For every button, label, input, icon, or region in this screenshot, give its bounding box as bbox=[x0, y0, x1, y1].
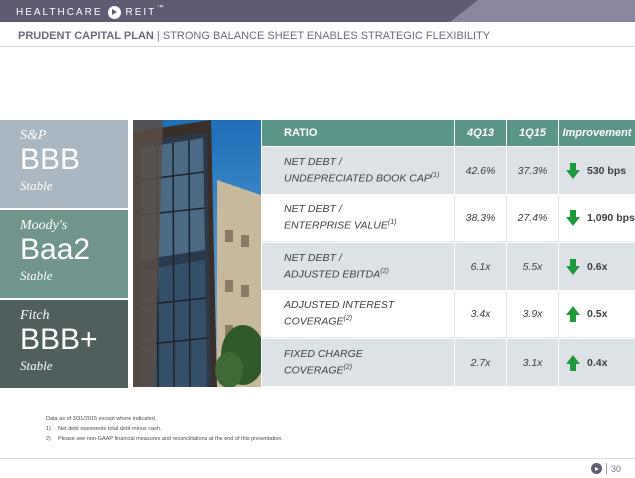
arrow-up-icon bbox=[565, 305, 581, 323]
value-4q13: 6.1x bbox=[455, 243, 507, 290]
improvement-value: 530 bps bbox=[587, 164, 627, 177]
brand-left-text: HEALTHCARE bbox=[16, 6, 103, 18]
rating-agency: Fitch bbox=[20, 308, 50, 323]
rating-panel-moodys: Moody's Baa2 Stable bbox=[0, 210, 128, 298]
rating-outlook: Stable bbox=[20, 358, 53, 373]
improvement-cell: 0.4x bbox=[559, 339, 635, 386]
top-banner: HEALTHCARE REIT ™ bbox=[0, 0, 635, 22]
metric-line1: NET DEBT / bbox=[284, 203, 342, 216]
metric-line1: ADJUSTED INTEREST bbox=[284, 299, 395, 312]
play-circle-icon bbox=[107, 5, 121, 19]
table-row: NET DEBT / ADJUSTED EBITDA(2) 6.1x 5.5x 0… bbox=[262, 242, 635, 290]
value-1q15: 5.5x bbox=[507, 243, 559, 290]
rating-outlook: Stable bbox=[20, 178, 53, 193]
rating-grade: Baa2 bbox=[20, 233, 91, 266]
value-4q13: 38.3% bbox=[455, 195, 507, 241]
footnote-ref: (1) bbox=[387, 219, 397, 227]
rating-outlook: Stable bbox=[20, 268, 53, 283]
footer-divider bbox=[0, 458, 635, 459]
rating-grade: BBB+ bbox=[20, 323, 98, 356]
improvement-cell: 530 bps bbox=[559, 147, 635, 194]
metric-line1: FIXED CHARGE bbox=[284, 347, 363, 360]
arrow-down-icon bbox=[565, 209, 581, 227]
table-row: NET DEBT / ENTERPRISE VALUE(1) 38.3% 27.4… bbox=[262, 194, 635, 242]
table-header: RATIO 4Q13 1Q15 Improvement bbox=[262, 120, 635, 146]
arrow-down-icon bbox=[565, 162, 581, 180]
header-ratio: RATIO bbox=[262, 120, 455, 146]
footnote-text: Net debt represents total debt minus cas… bbox=[58, 426, 162, 432]
improvement-value: 0.6x bbox=[587, 260, 608, 273]
play-circle-icon bbox=[590, 463, 602, 474]
building-photo bbox=[133, 120, 261, 387]
table-row: NET DEBT / UNDEPRECIATED BOOK CAP(1) 42.6… bbox=[262, 146, 635, 194]
footnote-text: Please see non-GAAP financial measures a… bbox=[58, 436, 283, 442]
ratio-table: RATIO 4Q13 1Q15 Improvement NET DEBT / UN… bbox=[262, 120, 635, 386]
footnote-ref: (2) bbox=[343, 363, 353, 371]
value-1q15: 27.4% bbox=[507, 195, 559, 241]
rating-grade: BBB bbox=[20, 143, 81, 176]
footnote-item: 1) Net debt represents total debt minus c… bbox=[46, 424, 283, 434]
arrow-down-icon bbox=[565, 258, 581, 276]
value-4q13: 42.6% bbox=[455, 147, 507, 194]
footnote-ref: (2) bbox=[380, 267, 389, 275]
improvement-value: 0.5x bbox=[587, 308, 608, 320]
improvement-value: 0.4x bbox=[587, 356, 608, 369]
footnote-number: 2) bbox=[46, 436, 51, 442]
metric-line2: ADJUSTED EBITDA bbox=[284, 268, 381, 281]
table-row: FIXED CHARGE COVERAGE(2) 2.7x 3.1x 0.4x bbox=[262, 338, 635, 386]
footnotes: Data as of 3/31/2015 except where indica… bbox=[46, 414, 283, 444]
footer-separator bbox=[605, 463, 607, 474]
page-number: 30 bbox=[610, 463, 621, 474]
brand-logo: HEALTHCARE REIT ™ bbox=[16, 5, 163, 19]
footnote-ref: (2) bbox=[343, 315, 353, 323]
metric-label: FIXED CHARGE COVERAGE(2) bbox=[262, 339, 455, 386]
metric-line2: COVERAGE bbox=[284, 315, 344, 328]
improvement-cell: 0.6x bbox=[559, 243, 635, 290]
table-row: ADJUSTED INTEREST COVERAGE(2) 3.4x 3.9x 0… bbox=[262, 290, 635, 338]
header-improvement: Improvement bbox=[562, 127, 632, 139]
banner-swoosh bbox=[450, 0, 635, 22]
header-4q13: 4Q13 bbox=[455, 120, 507, 146]
page-title: PRUDENT CAPITAL PLAN | STRONG BALANCE SH… bbox=[18, 30, 490, 42]
rating-panel-fitch: Fitch BBB+ Stable bbox=[0, 300, 128, 388]
value-1q15: 3.1x bbox=[507, 339, 559, 386]
footnote-intro: Data as of 3/31/2015 except where indica… bbox=[46, 416, 157, 422]
page-title-separator: | bbox=[153, 30, 163, 42]
metric-line1: NET DEBT / bbox=[284, 251, 342, 264]
brand-trademark: ™ bbox=[157, 5, 164, 11]
metric-line2: COVERAGE bbox=[284, 364, 344, 377]
rating-agency: Moody's bbox=[20, 218, 68, 233]
footnote-number: 1) bbox=[46, 426, 51, 432]
footnote-item: 2) Please see non-GAAP financial measures… bbox=[46, 434, 283, 444]
improvement-value: 1,090 bps bbox=[587, 212, 635, 224]
arrow-up-icon bbox=[565, 354, 581, 372]
value-4q13: 2.7x bbox=[455, 339, 507, 386]
metric-label: ADJUSTED INTEREST COVERAGE(2) bbox=[262, 291, 455, 337]
page-title-bold: PRUDENT CAPITAL PLAN bbox=[18, 30, 154, 42]
building-illustration bbox=[133, 120, 261, 387]
rating-panel-sp: S&P BBB Stable bbox=[0, 120, 128, 208]
metric-line1: NET DEBT / bbox=[284, 155, 342, 168]
page-title-rest: STRONG BALANCE SHEET ENABLES STRATEGIC F… bbox=[162, 30, 491, 42]
metric-line2: ENTERPRISE VALUE bbox=[284, 219, 388, 232]
brand-right-text: REIT bbox=[125, 6, 157, 18]
metric-label: NET DEBT / ADJUSTED EBITDA(2) bbox=[262, 243, 455, 290]
value-1q15: 37.3% bbox=[507, 147, 559, 194]
metric-label: NET DEBT / UNDEPRECIATED BOOK CAP(1) bbox=[262, 147, 455, 194]
metric-label: NET DEBT / ENTERPRISE VALUE(1) bbox=[262, 195, 455, 241]
value-1q15: 3.9x bbox=[507, 291, 559, 337]
header-1q15: 1Q15 bbox=[507, 120, 559, 146]
improvement-cell: 0.5x bbox=[559, 291, 635, 337]
title-divider bbox=[0, 46, 635, 47]
metric-line2: UNDEPRECIATED BOOK CAP bbox=[284, 172, 431, 185]
footnote-ref: (1) bbox=[430, 171, 440, 179]
improvement-cell: 1,090 bps bbox=[559, 195, 635, 241]
value-4q13: 3.4x bbox=[455, 291, 507, 337]
rating-agency: S&P bbox=[20, 128, 47, 143]
page-footer: 30 bbox=[590, 463, 621, 474]
